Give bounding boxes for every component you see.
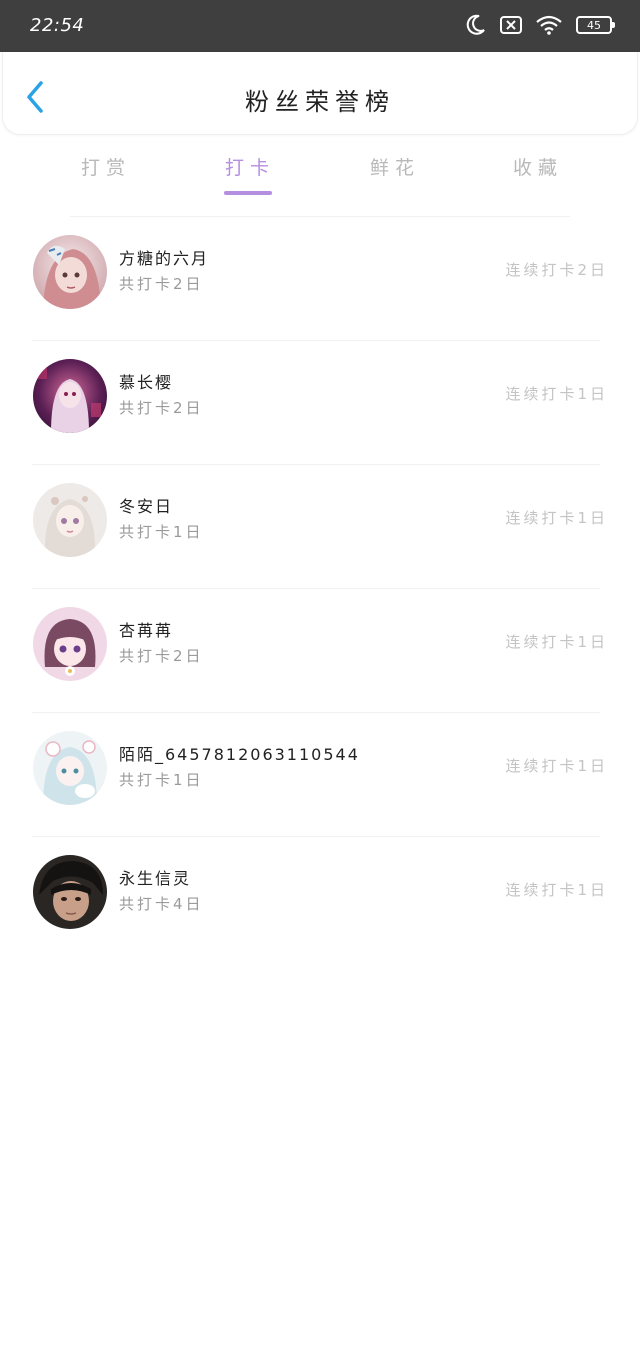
tab-checkin[interactable]: 打卡 <box>210 153 290 180</box>
streak-checkin: 连续打卡1日 <box>505 633 608 651</box>
moon-icon <box>466 14 486 36</box>
avatar[interactable] <box>33 483 107 557</box>
total-checkin: 共打卡2日 <box>119 399 204 417</box>
total-checkin: 共打卡2日 <box>119 647 204 665</box>
list-item[interactable]: 冬安日 共打卡1日 连续打卡1日 <box>32 465 605 589</box>
total-checkin: 共打卡2日 <box>119 275 204 293</box>
total-checkin: 共打卡1日 <box>119 523 204 541</box>
streak-checkin: 连续打卡1日 <box>505 509 608 527</box>
sim-disabled-icon <box>500 16 522 34</box>
list-item[interactable]: 杏苒苒 共打卡2日 连续打卡1日 <box>32 589 605 713</box>
wifi-icon <box>536 15 562 35</box>
list-item[interactable]: 永生信灵 共打卡4日 连续打卡1日 <box>32 837 605 961</box>
page-title: 粉丝荣誉榜 <box>245 88 395 116</box>
list-item[interactable]: 方糖的六月 共打卡2日 连续打卡2日 <box>32 217 605 341</box>
tab-reward[interactable]: 打赏 <box>66 153 146 180</box>
fan-list: 方糖的六月 共打卡2日 连续打卡2日 慕长樱 共打卡2日 连续打卡1日 冬安日 … <box>0 217 640 961</box>
avatar[interactable] <box>33 607 107 681</box>
user-name: 陌陌_6457812063110544 <box>119 745 360 764</box>
user-name: 冬安日 <box>119 497 174 516</box>
status-icons: 45 <box>466 14 615 36</box>
tab-indicator <box>224 191 272 195</box>
total-checkin: 共打卡1日 <box>119 771 204 789</box>
streak-checkin: 连续打卡1日 <box>505 881 608 899</box>
tab-bar: 打赏 打卡 鲜花 收藏 <box>0 135 640 217</box>
tab-flowers[interactable]: 鲜花 <box>355 153 435 180</box>
user-name: 永生信灵 <box>119 869 192 888</box>
list-item[interactable]: 陌陌_6457812063110544 共打卡1日 连续打卡1日 <box>32 713 605 837</box>
status-bar: 22:54 45 <box>0 0 640 52</box>
avatar[interactable] <box>33 359 107 433</box>
header: 粉丝荣誉榜 <box>2 52 638 135</box>
user-name: 慕长樱 <box>119 373 174 392</box>
streak-checkin: 连续打卡1日 <box>505 757 608 775</box>
tab-favorites[interactable]: 收藏 <box>498 153 578 180</box>
avatar[interactable] <box>33 235 107 309</box>
status-time: 22:54 <box>30 15 85 36</box>
streak-checkin: 连续打卡2日 <box>505 261 608 279</box>
streak-checkin: 连续打卡1日 <box>505 385 608 403</box>
battery-icon: 45 <box>576 16 615 34</box>
user-name: 方糖的六月 <box>119 249 210 268</box>
avatar[interactable] <box>33 855 107 929</box>
user-name: 杏苒苒 <box>119 621 174 640</box>
total-checkin: 共打卡4日 <box>119 895 204 913</box>
list-item[interactable]: 慕长樱 共打卡2日 连续打卡1日 <box>32 341 605 465</box>
avatar[interactable] <box>33 731 107 805</box>
